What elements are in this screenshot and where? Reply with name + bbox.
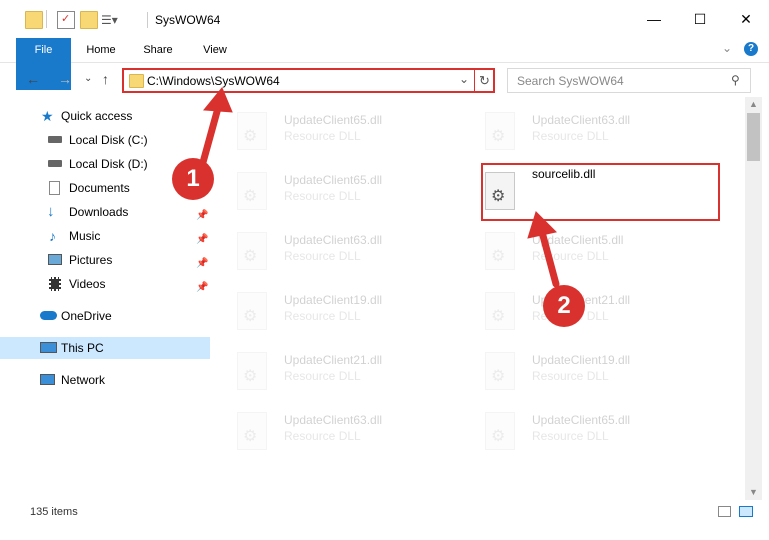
arrow-1 bbox=[198, 87, 233, 170]
arrow-2-shaft bbox=[538, 228, 560, 288]
step-callout-1: 1 bbox=[172, 158, 214, 200]
arrow-2-head bbox=[527, 211, 558, 239]
arrow-1-head bbox=[203, 87, 233, 113]
arrow-2 bbox=[527, 211, 560, 288]
arrow-1-shaft bbox=[198, 104, 222, 170]
step-callout-2: 2 bbox=[543, 285, 585, 327]
annotation-arrows bbox=[198, 87, 560, 288]
